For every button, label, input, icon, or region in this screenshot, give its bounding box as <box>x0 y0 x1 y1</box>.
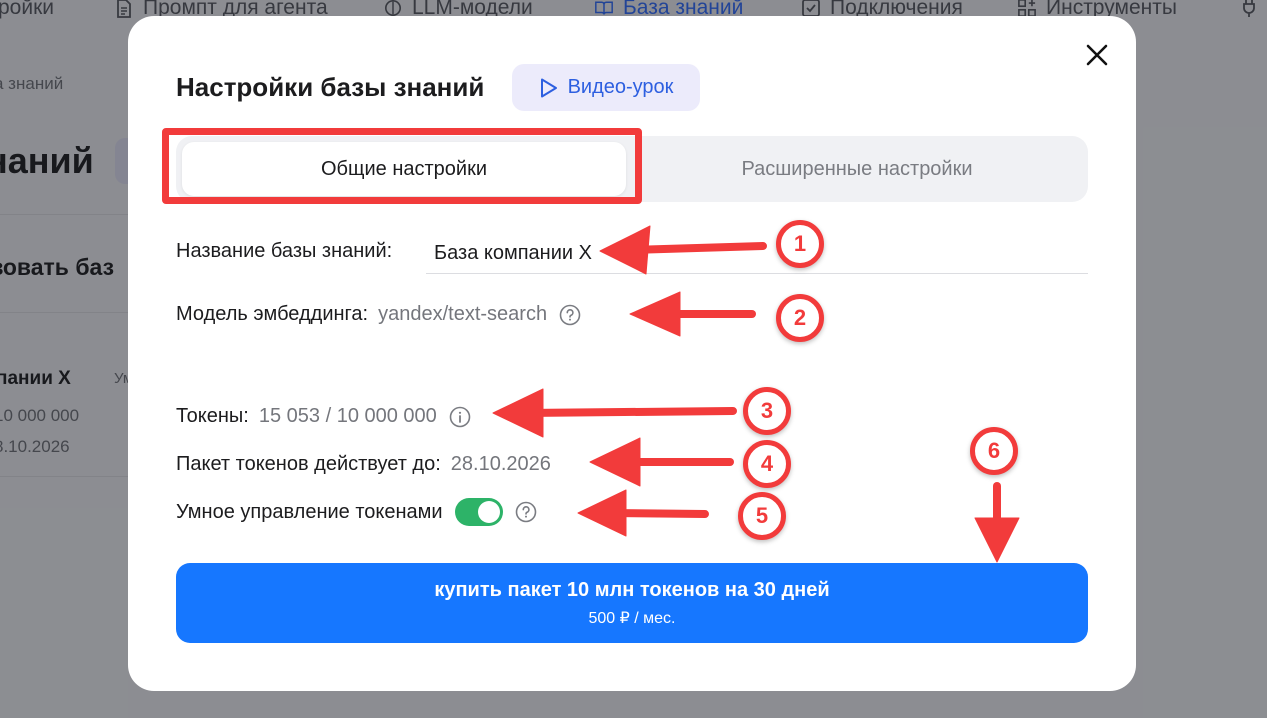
arrow-2 <box>629 291 756 337</box>
annotation-arrows <box>492 225 1020 563</box>
arrow-4 <box>589 437 734 487</box>
annotation-badge-2: 2 <box>776 294 824 342</box>
annotation-badge-6: 6 <box>970 427 1018 475</box>
annotation-badge-5: 5 <box>738 492 786 540</box>
annotation-badge-3: 3 <box>743 387 791 435</box>
arrow-1 <box>599 225 767 275</box>
arrow-3 <box>492 388 737 438</box>
annotation-badge-4: 4 <box>743 440 791 488</box>
arrow-5 <box>577 489 709 537</box>
annotation-badge-1: 1 <box>776 220 824 268</box>
arrow-6 <box>974 482 1020 563</box>
